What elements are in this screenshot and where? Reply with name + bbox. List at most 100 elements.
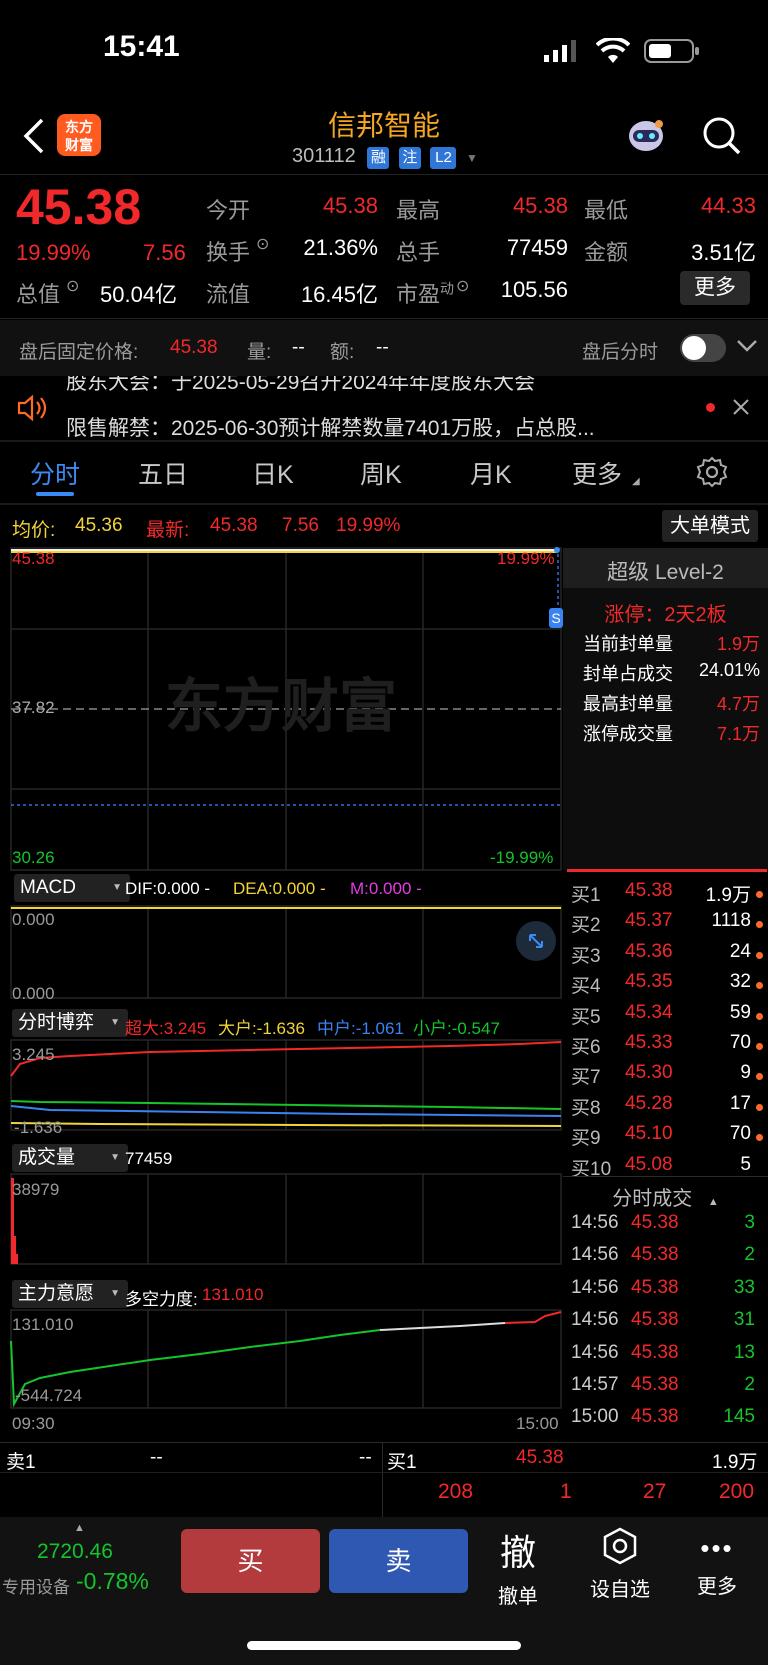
trade-volume: 3 <box>744 1212 755 1233</box>
close-icon[interactable] <box>732 398 750 421</box>
market-cap-info-icon[interactable]: ⊙ <box>66 276 79 296</box>
field-value-open: 45.38 <box>322 193 378 218</box>
watchlist-hex-icon <box>603 1527 637 1565</box>
trade-price: 45.38 <box>631 1309 679 1331</box>
trade-time: 14:56 <box>571 1276 619 1298</box>
sell-button[interactable]: 卖 <box>329 1529 468 1593</box>
tab-monthly-k[interactable]: 月K <box>470 455 512 491</box>
bottom-buy1-vol: 1.9万 <box>712 1452 758 1473</box>
latest-pct: 19.99% <box>336 515 401 536</box>
trades-title[interactable]: 分时成交 ▲ <box>563 1182 768 1211</box>
order-book-price: 45.38 <box>625 880 673 901</box>
tab-more[interactable]: 更多 <box>572 455 622 491</box>
field-label-market-cap: 总值 <box>16 282 61 307</box>
after-hours-intraday-label: 盘后分时 <box>582 342 659 363</box>
willingness-line-red <box>504 1311 562 1324</box>
chevron-down-icon[interactable] <box>736 338 758 359</box>
order-book-row[interactable]: 买2 45.37 1118 <box>571 910 763 940</box>
trade-row: 14:56 45.38 33 <box>571 1277 763 1307</box>
chart-bottom-pct: -19.99% <box>490 848 554 867</box>
chart-top-pct: 19.99% <box>497 549 555 568</box>
stock-code-row[interactable]: 301112 融 注 L2 ▼ <box>292 145 478 169</box>
more-actions-button[interactable]: ••• 更多 <box>692 1534 742 1599</box>
game-mid: 中户:-1.061 <box>317 1019 404 1038</box>
level2-value-3: 7.1万 <box>716 724 760 744</box>
order-book-label: 买2 <box>571 915 601 937</box>
willingness-selector-caret: ▼ <box>110 1288 120 1299</box>
level2-label-0: 当前封单量 <box>583 634 673 654</box>
tab-active-indicator <box>36 492 74 496</box>
order-book-row[interactable]: 买1 45.38 1.9万 <box>571 880 763 910</box>
game-selector[interactable]: 分时博弈 ▼ <box>12 1009 128 1037</box>
field-label-low: 最低 <box>584 198 629 223</box>
robot-assistant-icon[interactable] <box>625 116 667 161</box>
order-book-volume: 70 <box>729 1032 751 1053</box>
more-fields-button[interactable]: 更多 <box>680 271 750 305</box>
big-order-mode-button[interactable]: 大单模式 <box>662 510 758 542</box>
cancel-order-glyph: 撤 <box>499 1532 536 1573</box>
order-book-volume: 32 <box>729 971 751 993</box>
willingness-top-value: 131.010 <box>12 1315 74 1334</box>
stock-code-dropdown-icon[interactable]: ▼ <box>466 151 478 165</box>
queue-3: 200 <box>719 1480 755 1503</box>
order-book-row[interactable]: 买9 45.10 70 <box>571 1123 763 1153</box>
order-book-row[interactable]: 买3 45.36 24 <box>571 941 763 971</box>
trade-time: 14:56 <box>571 1244 619 1266</box>
queue-0: 208 <box>438 1480 474 1503</box>
macd-dif: DIF:0.000 - <box>125 879 211 898</box>
level2-value-1: 24.01% <box>698 660 760 680</box>
order-book-volume: 9 <box>740 1062 751 1084</box>
bottom-sell1-price: -- <box>150 1447 163 1468</box>
news-line-1[interactable]: 股东大会：于2025-05-29召开2024年年度股东大会 <box>66 376 535 396</box>
sell-signal-marker[interactable]: S <box>549 608 563 628</box>
order-book-row[interactable]: 买8 45.28 17 <box>571 1093 763 1123</box>
trade-time: 14:56 <box>571 1309 619 1331</box>
trade-volume: 145 <box>723 1406 755 1428</box>
macd-selector[interactable]: MACD ▼ <box>14 874 130 902</box>
tab-five-day[interactable]: 五日 <box>138 455 188 491</box>
turnover-info-icon[interactable]: ⊙ <box>256 234 269 254</box>
latest-change: 7.56 <box>282 515 319 536</box>
cancel-order-label: 撤单 <box>498 1586 538 1608</box>
tab-intraday[interactable]: 分时 <box>30 455 80 491</box>
volume-selector-caret: ▼ <box>110 1152 120 1163</box>
macd-selector-caret: ▼ <box>112 882 122 893</box>
tab-daily-k[interactable]: 日K <box>252 455 294 491</box>
index-change[interactable]: -0.78% <box>76 1568 149 1595</box>
expand-icon[interactable] <box>516 921 556 961</box>
order-book-label: 买6 <box>571 1037 601 1058</box>
order-book-price: 45.08 <box>625 1153 673 1175</box>
order-book-volume: 1118 <box>711 910 751 932</box>
order-book-row[interactable]: 买6 45.33 70 <box>571 1032 763 1062</box>
order-book-volume: 24 <box>729 940 751 962</box>
index-label[interactable]: 专用设备 <box>2 1573 70 1598</box>
level2-value-2: 4.7万 <box>716 694 760 714</box>
toggle-knob <box>682 336 706 360</box>
avg-price-label: 均价: <box>12 520 56 541</box>
order-book-row[interactable]: 买4 45.35 32 <box>571 971 763 1001</box>
tab-weekly-k[interactable]: 周K <box>360 455 402 491</box>
index-value[interactable]: 2720.46 <box>37 1540 113 1564</box>
field-label-high: 最高 <box>396 198 441 223</box>
search-icon[interactable] <box>702 116 742 161</box>
gear-icon[interactable] <box>696 456 728 493</box>
after-hours-toggle[interactable] <box>680 334 726 362</box>
order-book-row[interactable]: 买7 45.30 9 <box>571 1062 763 1092</box>
order-book-label: 买3 <box>571 945 601 967</box>
trades-collapse-icon: ▲ <box>707 1196 719 1208</box>
order-book-row[interactable]: 买5 45.34 59 <box>571 1002 763 1032</box>
cancel-order-button[interactable]: 撤 撤单 <box>488 1524 548 1609</box>
bottom-buy1-label: 买1 <box>387 1452 417 1473</box>
pe-label-text: 市盈 <box>396 282 441 307</box>
buy-button[interactable]: 买 <box>181 1529 320 1593</box>
order-book-row[interactable]: 买10 45.08 5 <box>571 1154 763 1184</box>
macd-bottom-value: 0.000 <box>12 984 55 1003</box>
wifi-icon <box>595 36 631 69</box>
willingness-selector[interactable]: 主力意愿 ▼ <box>12 1280 128 1308</box>
level2-label-2: 最高封单量 <box>583 694 673 714</box>
field-label-total-volume: 总手 <box>396 240 441 265</box>
news-line-2[interactable]: 限售解禁：2025-06-30预计解禁数量7401万股，占总股... <box>66 412 686 438</box>
level2-title: 超级 Level-2 <box>607 561 724 584</box>
volume-selector[interactable]: 成交量 ▼ <box>12 1144 128 1172</box>
add-watchlist-button[interactable]: 设自选 <box>580 1526 660 1602</box>
